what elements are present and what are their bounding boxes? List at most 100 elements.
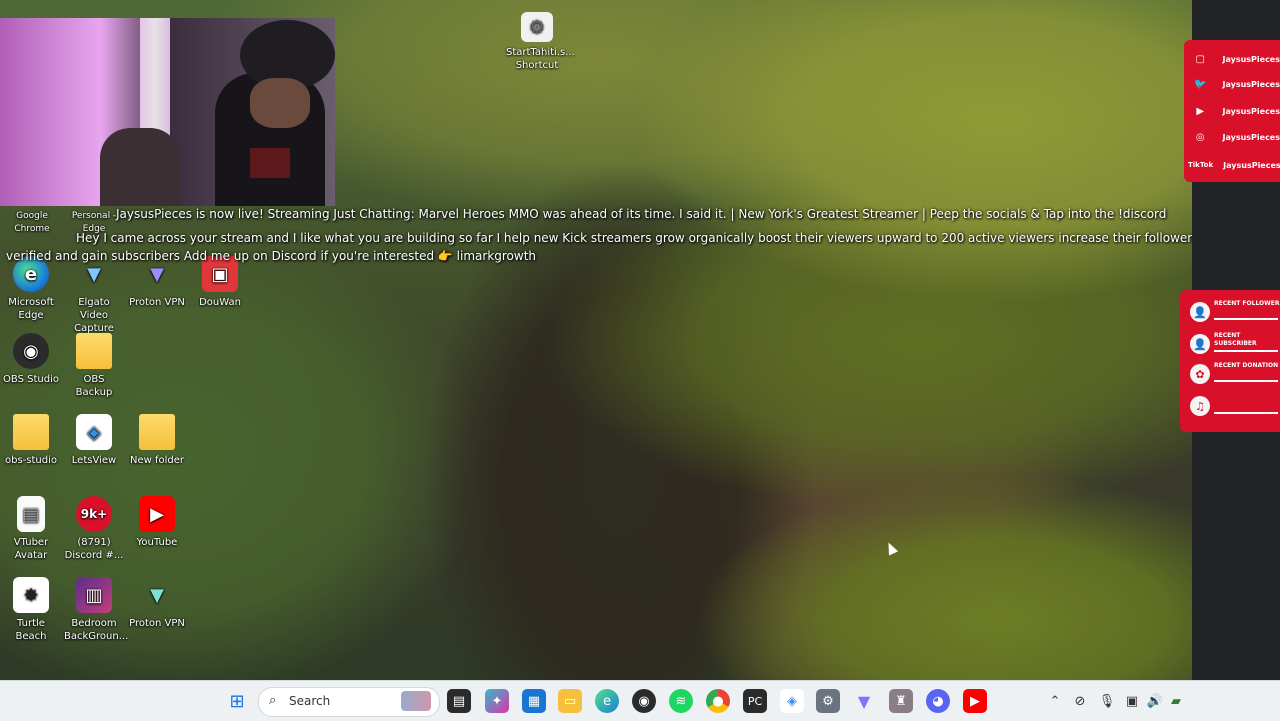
desktop-icon-label: LetsView (71, 455, 117, 466)
social-row-twitter: 🐦 JaysusPieces (1188, 73, 1280, 95)
socials-overlay: ▢ JaysusPieces 🐦 JaysusPieces ▶ JaysusPi… (1184, 40, 1280, 182)
folder-icon (13, 414, 49, 450)
desktop-icon-obs-studio-folder[interactable]: obs-studio (1, 414, 61, 467)
chat-message-spam-cont: verified and gain subscribers Add me up … (6, 249, 537, 263)
search-highlight-icon (401, 691, 431, 711)
copilot-icon[interactable]: ✦ (485, 689, 509, 713)
image-icon: ▥ (76, 577, 112, 613)
desktop-icon-elgato[interactable]: ▼ Elgato Video Capture (64, 256, 124, 335)
store-icon[interactable]: ▦ (522, 689, 546, 713)
social-row-instagram: ◎ JaysusPieces (1188, 126, 1280, 148)
desktop-icon-turtle-beach[interactable]: ✸ Turtle Beach (1, 577, 61, 643)
desktop-icon-new-folder[interactable]: New folder (127, 414, 187, 467)
file-explorer-icon[interactable]: ▭ (558, 689, 582, 713)
alert-title: RECENT SUBSCRIBER (1214, 332, 1257, 347)
chevron-up-icon[interactable]: ⌃ (1043, 689, 1067, 713)
gear-icon: ⚙ (521, 12, 553, 42)
letsview-icon: ◈ (76, 414, 112, 450)
desktop-icon-microsoft-edge[interactable]: e Microsoft Edge (1, 256, 61, 322)
social-handle: JaysusPieces (1222, 54, 1280, 64)
folder-icon (139, 414, 175, 450)
social-row-youtube: ▶ JaysusPieces (1188, 100, 1280, 122)
microphone-icon[interactable]: 🎙 (1095, 689, 1119, 713)
desktop-icon-label: Elgato Video Capture (74, 297, 114, 334)
pc-app-icon[interactable]: PC (743, 689, 767, 713)
app-icon[interactable]: ♜ (889, 689, 913, 713)
desktop-icon-label: Bedroom BackGroun... (64, 618, 129, 642)
desktop-icon-label: VTuber Avatar (13, 537, 49, 561)
instagram-icon: ◎ (1195, 131, 1205, 143)
settings-icon[interactable]: ⚙ (816, 689, 840, 713)
desktop-icon-label: YouTube (136, 537, 178, 548)
youtube-icon[interactable]: ▶ (963, 689, 987, 713)
kick-icon: ▢ (1195, 53, 1205, 65)
chat-message-spam: Hey I came across your stream and I like… (76, 231, 1192, 245)
desktop-icon-label: StartTahiti.s... Shortcut (506, 47, 575, 71)
discord-icon[interactable]: ◕ (926, 689, 950, 713)
social-handle: JaysusPieces (1222, 132, 1280, 142)
music-icon: ♫ (1190, 396, 1210, 416)
desktop-icon-obs-studio[interactable]: ◉ OBS Studio (1, 333, 61, 386)
task-view-icon[interactable]: ▤ (447, 689, 471, 713)
discord-badge-icon: 9k+ (76, 496, 112, 532)
network-off-icon[interactable]: ⊘ (1068, 689, 1092, 713)
social-handle: JaysusPieces (1223, 160, 1280, 170)
chrome-icon[interactable]: ● (706, 689, 730, 713)
obs-icon[interactable]: ◉ (632, 689, 656, 713)
desktop-icon-label: obs-studio (5, 455, 57, 466)
desktop-icon-starttahiti[interactable]: ⚙ StartTahiti.s... Shortcut (506, 12, 575, 72)
obs-icon: ◉ (13, 333, 49, 369)
social-handle: JaysusPieces (1222, 79, 1280, 89)
turtle-beach-icon: ✸ (13, 577, 49, 613)
alert-row-subscriber: 👤 RECENT SUBSCRIBER (1186, 330, 1280, 358)
desktop-icon-proton-vpn[interactable]: ▼ Proton VPN (127, 256, 187, 309)
desktop-icon-douwan[interactable]: ▣ DouWan (190, 256, 250, 309)
edge-icon[interactable]: e (595, 689, 619, 713)
proton-vpn-icon: ▼ (150, 584, 164, 606)
file-icon: ▤ (17, 496, 45, 532)
tiktok-icon: TikTok (1188, 161, 1214, 169)
youtube-icon: ▶ (139, 496, 175, 532)
alert-row-donation: ✿ RECENT DONATION (1186, 360, 1280, 388)
chat-message-live: JaysusPieces is now live! Streaming Just… (116, 207, 1167, 221)
desktop-icon-label: DouWan (199, 297, 241, 308)
folder-icon (76, 333, 112, 369)
desktop-icon-youtube[interactable]: ▶ YouTube (127, 496, 187, 549)
user-icon: 👤 (1190, 302, 1210, 322)
search-icon: ⌕ (269, 693, 277, 708)
donation-icon: ✿ (1190, 364, 1210, 384)
desktop-icon-bedroom-background[interactable]: ▥ Bedroom BackGroun... (64, 577, 128, 643)
taskbar: ⊞ ⌕ Search ▤ ✦ ▦ ▭ e ◉ ≋ ● PC ◈ ⚙ ▼ ♜ ◕ … (0, 680, 1280, 721)
letsview-icon[interactable]: ◈ (780, 689, 804, 713)
desktop-icon-discord[interactable]: 9k+ (8791) Discord #... (64, 496, 124, 562)
alert-row-music: ♫ (1186, 392, 1280, 420)
desktop-wallpaper: ⚙ StartTahiti.s... Shortcut Google Chrom… (0, 0, 1192, 680)
webcam-overlay (0, 18, 335, 206)
desktop-icon-label: Turtle Beach (15, 618, 47, 642)
desktop-icon-label: New folder (129, 455, 185, 466)
desktop-icon-label: OBS Studio (3, 374, 59, 385)
desktop-icon-label: Proton VPN (129, 618, 185, 629)
desktop-icon-chrome-label[interactable]: Google Chrome (2, 210, 62, 236)
youtube-icon: ▶ (1196, 105, 1205, 117)
desktop-icon-vtuber-avatar[interactable]: ▤ VTuber Avatar (1, 496, 61, 562)
alert-title: RECENT FOLLOWER (1214, 300, 1280, 307)
alert-row-follower: 👤 RECENT FOLLOWER (1186, 298, 1280, 326)
desktop-icon-letsview[interactable]: ◈ LetsView (64, 414, 124, 467)
desktop-icon-label: Proton VPN (129, 297, 185, 308)
user-icon: 👤 (1190, 334, 1210, 354)
desktop-icon-proton-vpn-2[interactable]: ▼ Proton VPN (127, 577, 187, 630)
social-handle: JaysusPieces (1222, 106, 1280, 116)
desktop-icon-obs-backup[interactable]: OBS Backup (64, 333, 124, 399)
desktop-icon-label: (8791) Discord #... (64, 537, 124, 561)
mouse-cursor (883, 540, 899, 556)
proton-vpn-icon[interactable]: ▼ (852, 689, 876, 713)
spotify-icon[interactable]: ≋ (669, 689, 693, 713)
alert-title: RECENT DONATION (1214, 362, 1279, 369)
search-placeholder: Search (289, 694, 331, 708)
search-box[interactable]: ⌕ Search (258, 687, 440, 717)
twitter-icon: 🐦 (1194, 78, 1207, 90)
display-icon[interactable]: ▣ (1120, 689, 1144, 713)
windows-start-icon[interactable]: ⊞ (225, 689, 249, 713)
battery-icon[interactable]: ▰ (1164, 689, 1188, 713)
